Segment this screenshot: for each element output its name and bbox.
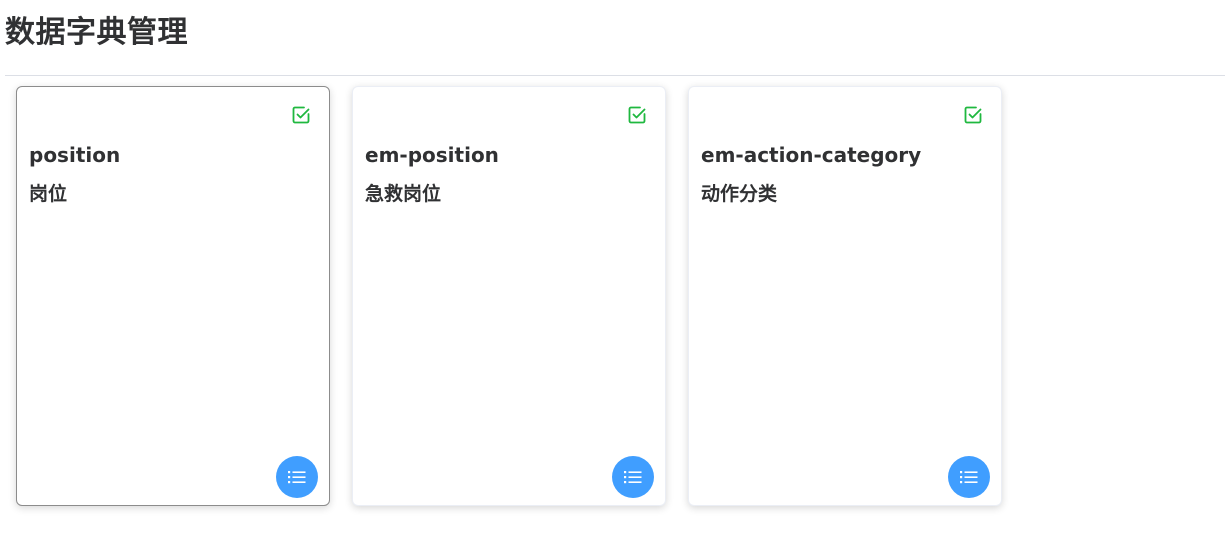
dictionary-name: 急救岗位 [365, 183, 442, 205]
page-title: 数据字典管理 [5, 15, 188, 50]
list-icon [624, 471, 642, 484]
dictionary-code: position [29, 143, 121, 167]
dictionary-name: 动作分类 [701, 183, 778, 205]
view-items-button[interactable] [276, 456, 318, 498]
view-items-button[interactable] [612, 456, 654, 498]
dictionary-card-list: position 岗位 em-position 急救岗位 em-action-c… [16, 86, 1002, 506]
view-items-button[interactable] [948, 456, 990, 498]
dictionary-code: em-position [365, 143, 499, 167]
dictionary-code: em-action-category [701, 143, 922, 167]
list-icon [960, 471, 978, 484]
dictionary-name: 岗位 [29, 183, 68, 205]
check-square-icon[interactable] [291, 105, 311, 125]
title-divider [5, 75, 1225, 76]
dictionary-card[interactable]: position 岗位 [16, 86, 330, 506]
check-square-icon[interactable] [963, 105, 983, 125]
list-icon [288, 471, 306, 484]
dictionary-card[interactable]: em-action-category 动作分类 [688, 86, 1002, 506]
check-square-icon[interactable] [627, 105, 647, 125]
dictionary-card[interactable]: em-position 急救岗位 [352, 86, 666, 506]
